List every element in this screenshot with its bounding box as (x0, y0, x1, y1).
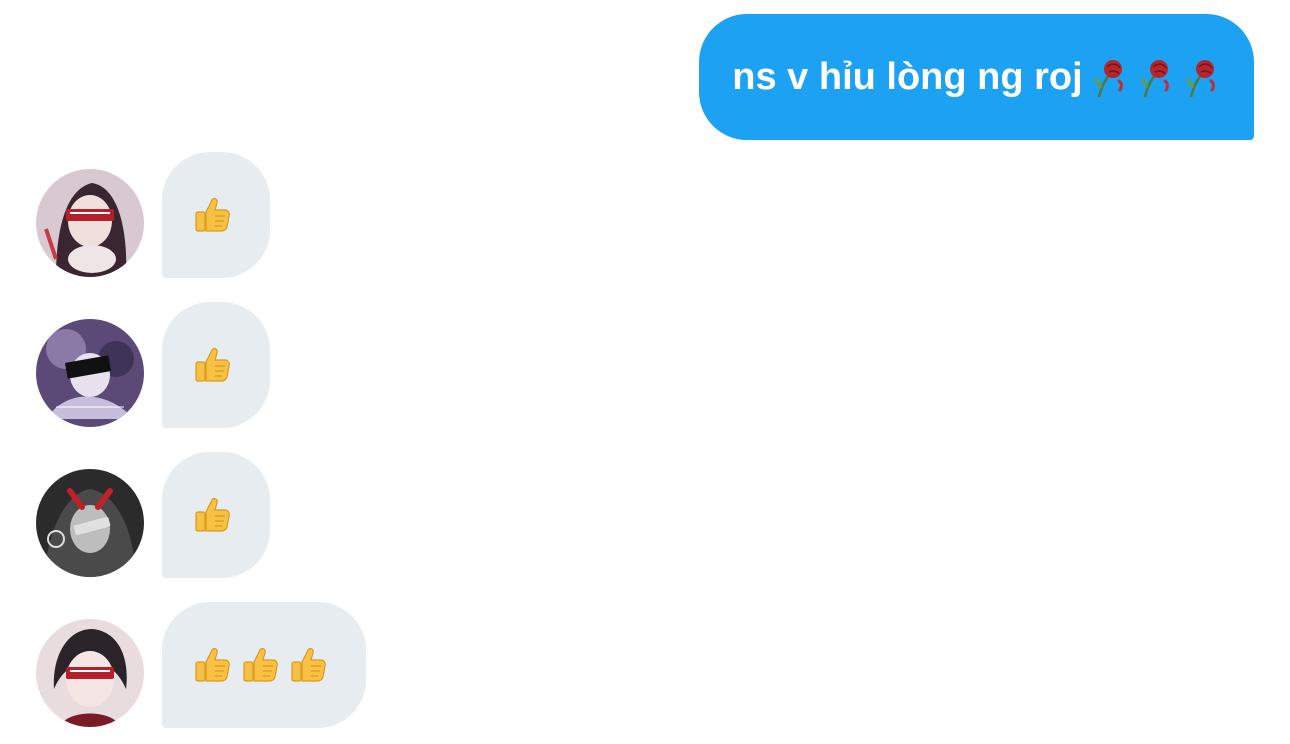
thumbs-up-icon (192, 645, 232, 685)
wilted-rose-icon (1181, 55, 1221, 99)
incoming-message-bubble[interactable] (162, 602, 366, 728)
thumbs-up-icon (192, 495, 232, 535)
thumbs-up-icon (240, 645, 280, 685)
supreme-anime-girl-avatar (36, 169, 144, 277)
avatar[interactable] (36, 169, 144, 277)
wilted-rose-icon (1089, 55, 1129, 99)
thumbs-up-icon (192, 345, 232, 385)
avatar[interactable] (36, 619, 144, 727)
avatar[interactable] (36, 469, 144, 577)
avatar[interactable] (36, 319, 144, 427)
wilted-rose-icon (1135, 55, 1175, 99)
chat-thread: ns v hỉu lòng ng roj (0, 0, 1290, 744)
thumbs-up-icon (192, 195, 232, 235)
supreme-anime-boy-avatar (36, 619, 144, 727)
dark-anime-avatar (36, 469, 144, 577)
outgoing-message-bubble[interactable]: ns v hỉu lòng ng roj (699, 14, 1254, 140)
incoming-message-bubble[interactable] (162, 302, 270, 428)
incoming-message-bubble[interactable] (162, 152, 270, 278)
thumbs-up-icon (288, 645, 328, 685)
outgoing-message-text: ns v hỉu lòng ng roj (732, 55, 1083, 98)
incoming-message-bubble[interactable] (162, 452, 270, 578)
error-anime-avatar (36, 319, 144, 427)
